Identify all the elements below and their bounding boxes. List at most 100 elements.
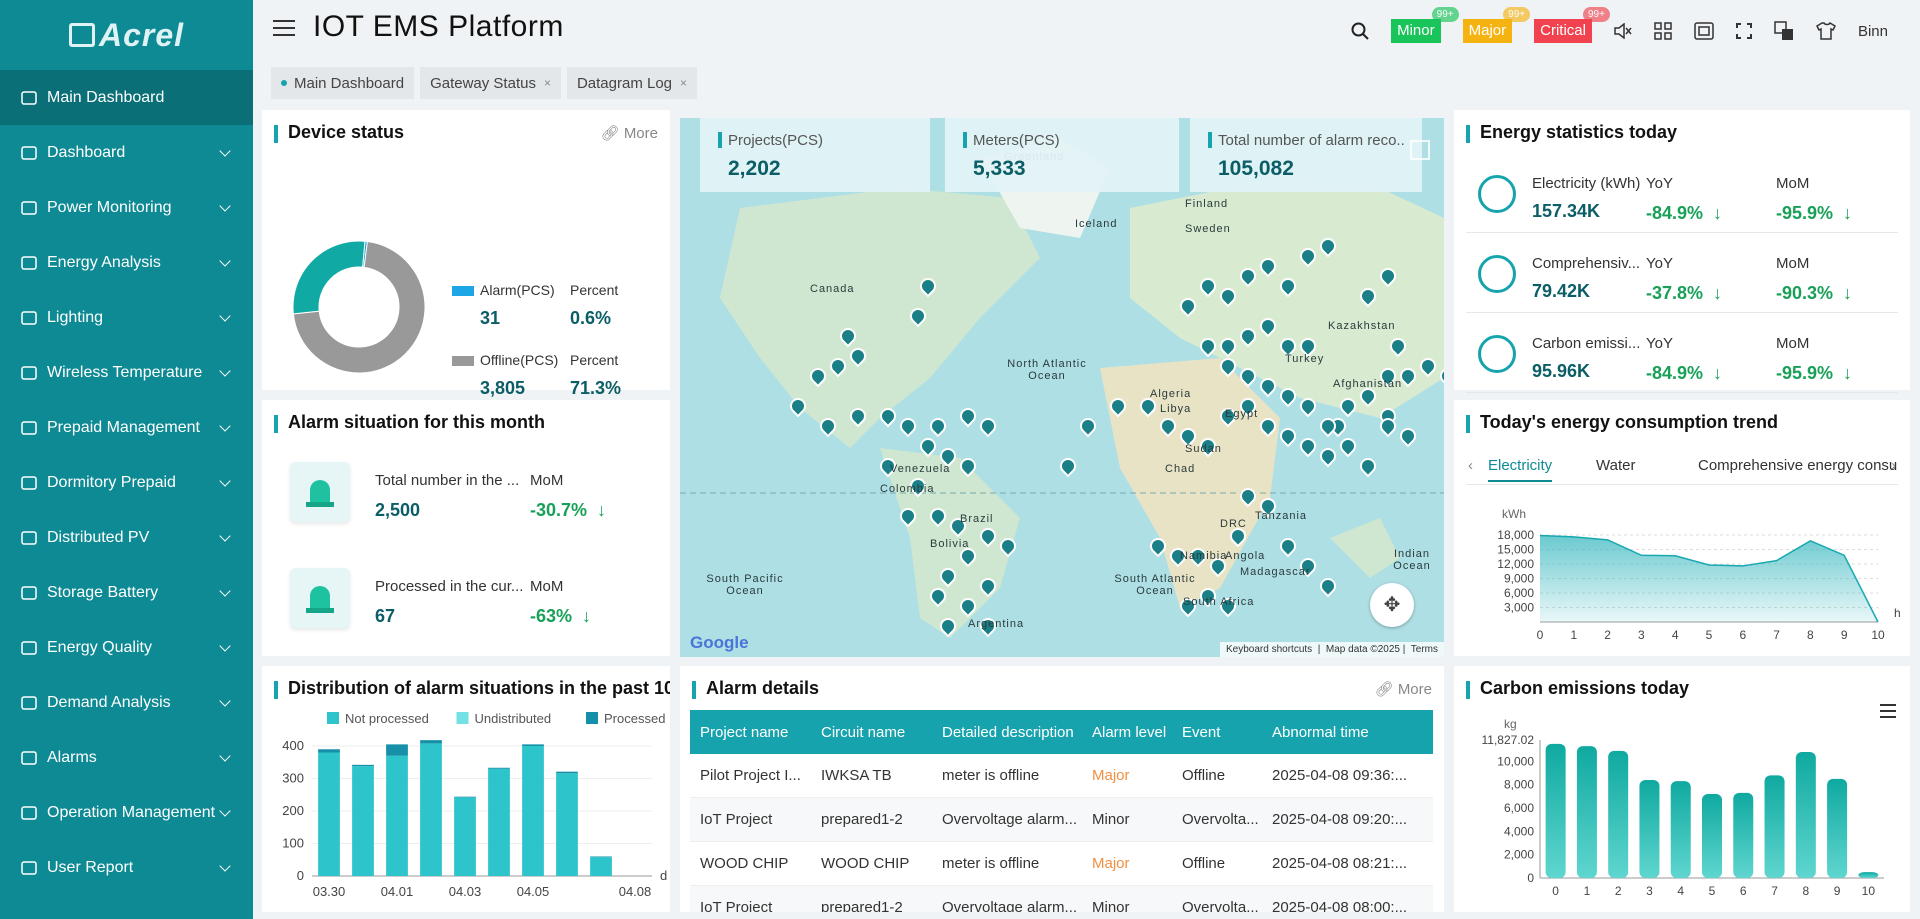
sidebar-item-main-dashboard[interactable]: Main Dashboard [0,70,253,125]
search-icon[interactable] [1351,22,1369,40]
sidebar-item-user-report[interactable]: User Report [0,840,253,895]
chevron-down-icon [219,530,231,542]
sidebar-item-operation-management[interactable]: Operation Management [0,785,253,840]
bar-segment[interactable] [352,766,374,876]
mom-value: -63% ↓ [530,606,591,627]
bar[interactable] [1639,779,1660,878]
sidebar-item-dormitory-prepaid[interactable]: Dormitory Prepaid [0,455,253,510]
bar-segment[interactable] [556,771,578,774]
table-row[interactable]: IoT Project prepared1-2 Overvoltage alarm.… [690,886,1433,912]
bar-segment[interactable] [386,744,408,756]
bar[interactable] [1827,778,1848,878]
bar-segment[interactable] [318,749,340,753]
bar-segment[interactable] [522,744,544,746]
theme-shirt-icon[interactable] [1815,22,1836,40]
bar[interactable] [1576,746,1597,878]
bar[interactable] [1795,751,1816,878]
major-alarm-badge[interactable]: Major 99+ [1462,7,1531,43]
sidebar-nav: Main Dashboard Dashboard Power Monitoring E… [0,70,253,895]
chevron-down-icon [219,695,231,707]
bar-segment[interactable] [590,857,612,876]
trend-tabs-prev-icon[interactable]: ‹ [1468,457,1473,474]
tab-electricity[interactable]: Electricity [1488,457,1553,482]
bar[interactable] [1858,872,1879,878]
sidebar-item-storage-battery[interactable]: Storage Battery [0,565,253,620]
map-expand-icon[interactable] [1410,140,1430,160]
sidebar-item-alarms[interactable]: Alarms [0,730,253,785]
column-header: Event [1182,723,1221,741]
table-cell: Offline [1182,767,1226,784]
bar-segment[interactable] [556,773,578,876]
alarm-details-more[interactable]: 🔗︎ More [1375,680,1432,698]
tab-water[interactable]: Water [1596,457,1635,474]
sidebar-item-demand-analysis[interactable]: Demand Analysis [0,675,253,730]
tab-comprehensive[interactable]: Comprehensive energy consu [1698,457,1897,474]
bar-segment[interactable] [590,856,612,858]
energy-trend-card: Today's energy consumption trend ‹ Elect… [1454,400,1910,656]
alarm-icon [20,749,38,767]
bar-segment[interactable] [318,752,340,877]
trend-tabs-next-icon[interactable]: › [1891,457,1896,474]
bar-segment[interactable] [454,796,476,798]
bar[interactable] [1545,743,1566,878]
bar[interactable] [1701,793,1723,878]
bar[interactable] [1670,781,1691,878]
yoy-text: -37.8% [1646,283,1704,303]
energy-stats-title: Energy statistics today [1466,122,1677,143]
bar-segment[interactable] [386,755,408,876]
yoy-value: -84.9% ↓ [1646,203,1722,224]
sidebar-item-distributed-pv[interactable]: Distributed PV [0,510,253,565]
sidebar-item-power-monitoring[interactable]: Power Monitoring [0,180,253,235]
sidebar-item-dashboard[interactable]: Dashboard [0,125,253,180]
bar-segment[interactable] [488,767,510,769]
device-status-more[interactable]: 🔗︎ More [601,124,658,142]
bar-segment[interactable] [488,768,510,876]
bar-segment[interactable] [352,764,374,767]
sidebar-item-prepaid-management[interactable]: Prepaid Management [0,400,253,455]
tab-label: Main Dashboard [294,74,405,92]
bar-segment[interactable] [522,746,544,876]
bar-segment[interactable] [420,743,442,876]
critical-alarm-badge[interactable]: Critical 99+ [1534,7,1610,43]
tab-label: Datagram Log [576,74,673,92]
layout-icon[interactable] [1654,22,1672,40]
user-name[interactable]: Binn [1858,23,1888,40]
bar[interactable] [1608,750,1629,878]
map-pan-control[interactable]: ✥ [1370,583,1414,627]
chevron-down-icon [219,475,231,487]
sidebar-item-wireless-temperature[interactable]: Wireless Temperature [0,345,253,400]
tab-datagram-log[interactable]: Datagram Log × [566,67,698,99]
donut-slice[interactable] [292,240,366,315]
sidebar-item-energy-analysis[interactable]: Energy Analysis [0,235,253,290]
sidebar-item-lighting[interactable]: Lighting [0,290,253,345]
sidebar-item-energy-quality[interactable]: Energy Quality [0,620,253,675]
mute-icon[interactable] [1614,23,1632,39]
minor-alarm-badge[interactable]: Minor 99+ [1391,7,1459,43]
screen-icon[interactable] [1694,22,1714,40]
bar-segment[interactable] [454,797,476,876]
header-tools: Minor 99+ Major 99+ Critical 99+ Binn [1351,0,1920,62]
bar[interactable] [1764,775,1785,878]
arrow-down-icon: ↓ [597,500,607,520]
alarm-details-title: Alarm details [692,678,819,699]
tab-gateway-status[interactable]: Gateway Status × [420,67,561,99]
table-row[interactable]: WOOD CHIP WOOD CHIP meter is offline Major O… [690,842,1433,886]
close-icon[interactable]: × [680,76,687,90]
attachment-icon: 🔗︎ [1374,681,1398,698]
terms-link[interactable]: Terms [1411,644,1438,655]
close-icon[interactable]: × [544,76,551,90]
language-icon[interactable] [1774,21,1794,41]
critical-badge-count: 99+ [1583,7,1610,22]
y-tick-label: 400 [282,738,304,753]
tab-main-dashboard[interactable]: Main Dashboard [271,67,415,99]
bar[interactable] [1733,792,1754,878]
fullscreen-icon[interactable] [1735,23,1752,39]
bar-segment[interactable] [420,740,442,744]
world-map[interactable]: FinlandSwedenIcelandGreenlandCanadaNorth… [680,118,1444,657]
table-row[interactable]: Pilot Project I... IWKSA TB meter is offli… [690,754,1433,798]
keyboard-shortcuts-link[interactable]: Keyboard shortcuts [1226,644,1312,655]
map-place-label: North Atlantic Ocean [1007,358,1087,382]
table-row[interactable]: IoT Project prepared1-2 Overvoltage alarm.… [690,798,1433,842]
carbon-chart: kg 0 2,000 4,000 6,000 8,000 10,000 11,827.02 0 1… [1482,717,1884,898]
menu-toggle-icon[interactable] [273,20,295,38]
